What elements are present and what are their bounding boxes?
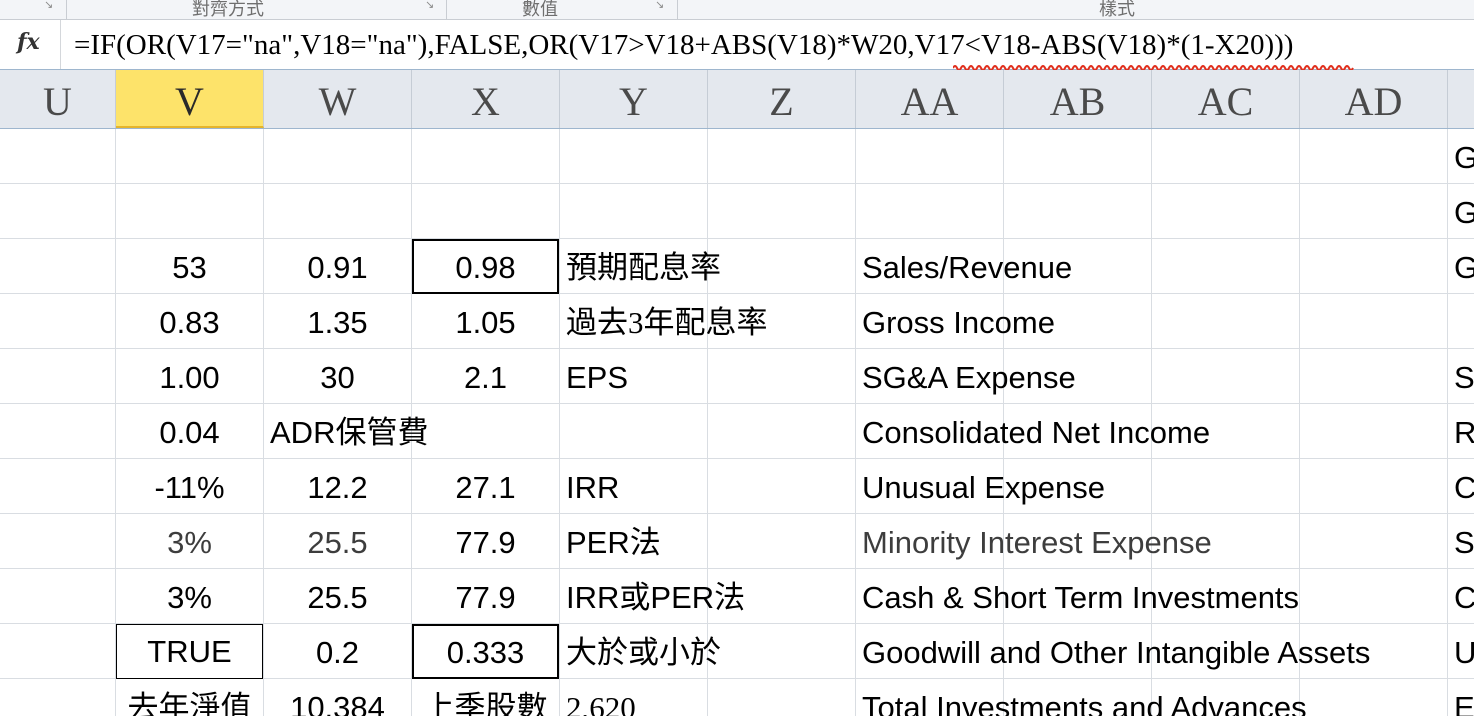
dialog-launcher-icon[interactable]: ↘ bbox=[44, 0, 53, 11]
cell-aa-r0[interactable] bbox=[856, 129, 1452, 183]
cell-x-r0[interactable] bbox=[412, 129, 559, 183]
column-header-aa[interactable]: AA bbox=[856, 70, 1004, 128]
cell-y-r0[interactable] bbox=[560, 129, 856, 183]
cell-w-r5[interactable]: ADR保管費 bbox=[264, 404, 428, 458]
fx-icon: fx bbox=[17, 29, 40, 55]
cell-y-r2[interactable]: 預期配息率 bbox=[560, 239, 856, 293]
column-header-w[interactable]: W bbox=[264, 70, 412, 128]
ribbon-divider bbox=[677, 0, 678, 19]
cell-y-r4[interactable]: EPS bbox=[560, 349, 856, 403]
cell-y-r3[interactable]: 過去3年配息率 bbox=[560, 294, 856, 348]
cell-v-r10[interactable]: 去年淨值 bbox=[116, 679, 263, 716]
cell-edge-r5[interactable]: R bbox=[1448, 404, 1474, 458]
cell-y-r10[interactable]: 2,620 bbox=[560, 679, 856, 716]
cell-y-r9[interactable]: 大於或小於 bbox=[560, 624, 856, 678]
cell-v-r1[interactable] bbox=[116, 184, 263, 238]
formula-input[interactable]: =IF(OR(V17="na",V18="na"),FALSE,OR(V17>V… bbox=[74, 29, 1293, 62]
cell-aa-r1[interactable] bbox=[856, 184, 1452, 238]
cell-v-r2[interactable]: 53 bbox=[116, 239, 263, 293]
cell-y-r7[interactable]: PER法 bbox=[560, 514, 856, 568]
ribbon-divider bbox=[446, 0, 447, 19]
cell-aa-r6[interactable]: Unusual Expense bbox=[856, 459, 1452, 513]
ribbon-group-alignment: 對齊方式 bbox=[192, 0, 264, 20]
ribbon-divider bbox=[66, 0, 67, 19]
cell-v-r3[interactable]: 0.83 bbox=[116, 294, 263, 348]
cell-x-r7[interactable]: 77.9 bbox=[412, 514, 559, 568]
cell-edge-r9[interactable]: U bbox=[1448, 624, 1474, 678]
cell-v-r0[interactable] bbox=[116, 129, 263, 183]
column-header-ad[interactable]: AD bbox=[1300, 70, 1448, 128]
ribbon-group-number: 數值 bbox=[522, 0, 558, 20]
cell-x-r9[interactable]: 0.333 bbox=[412, 624, 559, 679]
cell-aa-r5[interactable]: Consolidated Net Income bbox=[856, 404, 1452, 458]
cell-edge-r4[interactable]: S bbox=[1448, 349, 1474, 403]
cell-v-r4[interactable]: 1.00 bbox=[116, 349, 263, 403]
cell-aa-r10[interactable]: Total Investments and Advances bbox=[856, 679, 1452, 716]
cell-edge-r6[interactable]: C bbox=[1448, 459, 1474, 513]
cell-x-r6[interactable]: 27.1 bbox=[412, 459, 559, 513]
cell-v-r5[interactable]: 0.04 bbox=[116, 404, 263, 458]
cell-aa-r3[interactable]: Gross Income bbox=[856, 294, 1452, 348]
cell-y-r1[interactable] bbox=[560, 184, 856, 238]
cell-w-r8[interactable]: 25.5 bbox=[264, 569, 411, 623]
cell-aa-r9[interactable]: Goodwill and Other Intangible Assets bbox=[856, 624, 1452, 678]
column-header-u[interactable]: U bbox=[0, 70, 116, 128]
cell-edge-r3[interactable] bbox=[1448, 294, 1474, 348]
cell-grid[interactable]: G G 53 0.91 0.98 預期配息率 Sales/Revenue G 0.83 1.35 1… bbox=[0, 129, 1474, 716]
column-header-y[interactable]: Y bbox=[560, 70, 708, 128]
cell-w-r7[interactable]: 25.5 bbox=[264, 514, 411, 568]
column-header-v[interactable]: V bbox=[116, 70, 264, 128]
cell-edge-r8[interactable]: C bbox=[1448, 569, 1474, 623]
cell-w-r1[interactable] bbox=[264, 184, 411, 238]
ribbon-group-styles: 樣式 bbox=[1099, 0, 1135, 20]
column-header-ab[interactable]: AB bbox=[1004, 70, 1152, 128]
cell-w-r4[interactable]: 30 bbox=[264, 349, 411, 403]
insert-function-button[interactable]: fx bbox=[0, 20, 61, 69]
cell-y-r8[interactable]: IRR或PER法 bbox=[560, 569, 856, 623]
cell-y-r6[interactable]: IRR bbox=[560, 459, 856, 513]
cell-w-r10[interactable]: 10,384 bbox=[264, 679, 411, 716]
cell-w-r3[interactable]: 1.35 bbox=[264, 294, 411, 348]
alignment-launcher-icon[interactable]: ↘ bbox=[425, 0, 434, 11]
column-header-z[interactable]: Z bbox=[708, 70, 856, 128]
cell-x-r3[interactable]: 1.05 bbox=[412, 294, 559, 348]
cell-x-r10[interactable]: 上季股數 bbox=[412, 679, 559, 716]
cell-v-r6[interactable]: -11% bbox=[116, 459, 263, 513]
cell-edge-r0[interactable]: G bbox=[1448, 129, 1474, 183]
cell-edge-r7[interactable]: S bbox=[1448, 514, 1474, 568]
column-header-x[interactable]: X bbox=[412, 70, 560, 128]
column-header-row: U V W X Y Z AA AB AC AD bbox=[0, 70, 1474, 129]
cell-w-r0[interactable] bbox=[264, 129, 411, 183]
cell-y-r5[interactable] bbox=[560, 404, 856, 458]
cell-aa-r2[interactable]: Sales/Revenue bbox=[856, 239, 1452, 293]
cell-v-r7[interactable]: 3% bbox=[116, 514, 263, 568]
ribbon-strip: ↘ 對齊方式 ↘ 數值 ↘ 樣式 bbox=[0, 0, 1474, 20]
cell-edge-r10[interactable]: E bbox=[1448, 679, 1474, 716]
cell-v-r8[interactable]: 3% bbox=[116, 569, 263, 623]
cell-edge-r2[interactable]: G bbox=[1448, 239, 1474, 293]
formula-bar: fx =IF(OR(V17="na",V18="na"),FALSE,OR(V1… bbox=[0, 20, 1474, 71]
cell-edge-r1[interactable]: G bbox=[1448, 184, 1474, 238]
cell-x-r1[interactable] bbox=[412, 184, 559, 238]
cell-aa-r8[interactable]: Cash & Short Term Investments bbox=[856, 569, 1452, 623]
number-launcher-icon[interactable]: ↘ bbox=[655, 0, 664, 11]
cell-w-r6[interactable]: 12.2 bbox=[264, 459, 411, 513]
column-header-ae[interactable] bbox=[1448, 70, 1474, 128]
cell-v-r9[interactable]: TRUE bbox=[116, 624, 263, 679]
cell-aa-r7[interactable]: Minority Interest Expense bbox=[856, 514, 1452, 568]
cell-w-r9[interactable]: 0.2 bbox=[264, 624, 411, 678]
cell-w-r2[interactable]: 0.91 bbox=[264, 239, 411, 293]
cell-aa-r4[interactable]: SG&A Expense bbox=[856, 349, 1452, 403]
column-header-ac[interactable]: AC bbox=[1152, 70, 1300, 128]
cell-x-r5[interactable] bbox=[412, 404, 559, 458]
cell-x-r8[interactable]: 77.9 bbox=[412, 569, 559, 623]
cell-x-r2[interactable]: 0.98 bbox=[412, 239, 559, 294]
cell-x-r4[interactable]: 2.1 bbox=[412, 349, 559, 403]
